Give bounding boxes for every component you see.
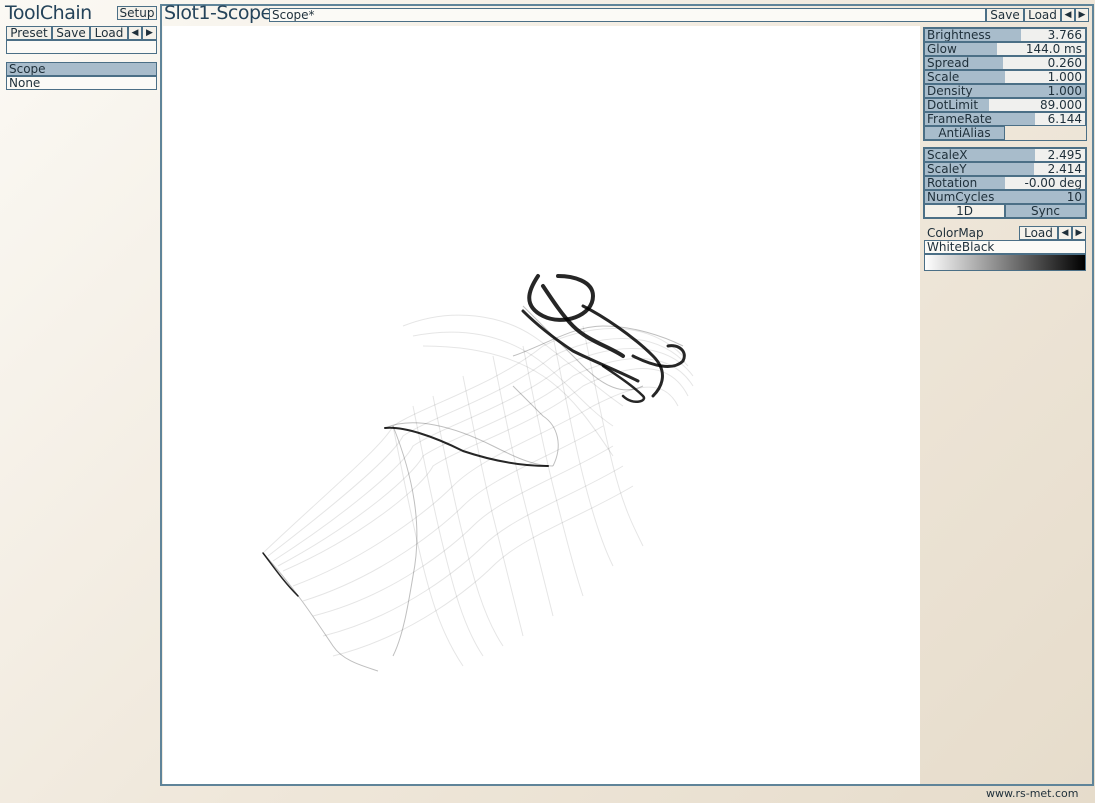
- glow-value: 144.0 ms: [1025, 42, 1082, 56]
- module-save-button[interactable]: Save: [986, 8, 1024, 22]
- toolchain-save-button[interactable]: Save: [52, 26, 90, 40]
- numcycles-value: 10: [1066, 190, 1082, 204]
- toolchain-load-button[interactable]: Load: [90, 26, 128, 40]
- scalex-value: 2.495: [1047, 148, 1082, 162]
- scaley-value: 2.414: [1047, 162, 1082, 176]
- toolchain-preset-field[interactable]: [6, 40, 157, 54]
- glow-slider[interactable]: Glow 144.0 ms: [924, 42, 1086, 56]
- slot-item-scope[interactable]: Scope: [6, 62, 157, 76]
- slot-item-none[interactable]: None: [6, 76, 157, 90]
- toolchain-prev-icon[interactable]: ◀: [128, 26, 142, 40]
- framerate-label: FrameRate: [927, 112, 992, 126]
- scale-value: 1.000: [1047, 70, 1082, 84]
- scalex-slider[interactable]: ScaleX 2.495: [924, 148, 1086, 162]
- colormap-load-button[interactable]: Load: [1019, 226, 1058, 240]
- toolchain-preset-label: Preset: [6, 26, 52, 40]
- scalex-label: ScaleX: [927, 148, 968, 162]
- toolchain-title: ToolChain: [5, 2, 92, 24]
- spread-label: Spread: [927, 56, 970, 70]
- toolchain-next-icon[interactable]: ▶: [142, 26, 157, 40]
- numcycles-label: NumCycles: [927, 190, 995, 204]
- dotlimit-label: DotLimit: [927, 98, 979, 112]
- module-title: Slot1-Scope: [164, 2, 272, 24]
- framerate-slider[interactable]: FrameRate 6.144: [924, 112, 1086, 126]
- scale-label: Scale: [927, 70, 960, 84]
- numcycles-slider[interactable]: NumCycles 10: [924, 190, 1086, 204]
- density-slider[interactable]: Density 1.000: [924, 84, 1086, 98]
- module-next-icon[interactable]: ▶: [1075, 8, 1089, 22]
- footer-url[interactable]: www.rs-met.com: [986, 788, 1079, 800]
- scaley-label: ScaleY: [927, 162, 967, 176]
- brightness-value: 3.766: [1047, 28, 1082, 42]
- module-load-button[interactable]: Load: [1024, 8, 1061, 22]
- brightness-label: Brightness: [927, 28, 991, 42]
- oned-button[interactable]: 1D: [924, 204, 1005, 218]
- density-label: Density: [927, 84, 973, 98]
- colormap-preview: [924, 254, 1086, 271]
- colormap-field[interactable]: WhiteBlack: [924, 240, 1086, 254]
- scaley-slider[interactable]: ScaleY 2.414: [924, 162, 1086, 176]
- glow-label: Glow: [927, 42, 957, 56]
- rotation-value: -0.00 deg: [1024, 176, 1082, 190]
- setup-button[interactable]: Setup: [117, 6, 157, 20]
- scale-slider[interactable]: Scale 1.000: [924, 70, 1086, 84]
- module-preset-field[interactable]: Scope*: [269, 8, 986, 22]
- dotlimit-slider[interactable]: DotLimit 89.000: [924, 98, 1086, 112]
- dotlimit-value: 89.000: [1040, 98, 1082, 112]
- spread-value: 0.260: [1047, 56, 1082, 70]
- rotation-label: Rotation: [927, 176, 978, 190]
- brightness-slider[interactable]: Brightness 3.766: [924, 28, 1086, 42]
- scope-display[interactable]: [163, 26, 920, 784]
- density-value: 1.000: [1047, 84, 1082, 98]
- antialias-button[interactable]: AntiAlias: [924, 126, 1005, 140]
- colormap-next-icon[interactable]: ▶: [1072, 226, 1086, 240]
- rotation-slider[interactable]: Rotation -0.00 deg: [924, 176, 1086, 190]
- lissajous-trace: [262, 274, 694, 672]
- module-prev-icon[interactable]: ◀: [1061, 8, 1075, 22]
- colormap-prev-icon[interactable]: ◀: [1058, 226, 1072, 240]
- sync-button[interactable]: Sync: [1005, 204, 1086, 218]
- spread-slider[interactable]: Spread 0.260: [924, 56, 1086, 70]
- colormap-label: ColorMap: [927, 226, 984, 240]
- framerate-value: 6.144: [1047, 112, 1082, 126]
